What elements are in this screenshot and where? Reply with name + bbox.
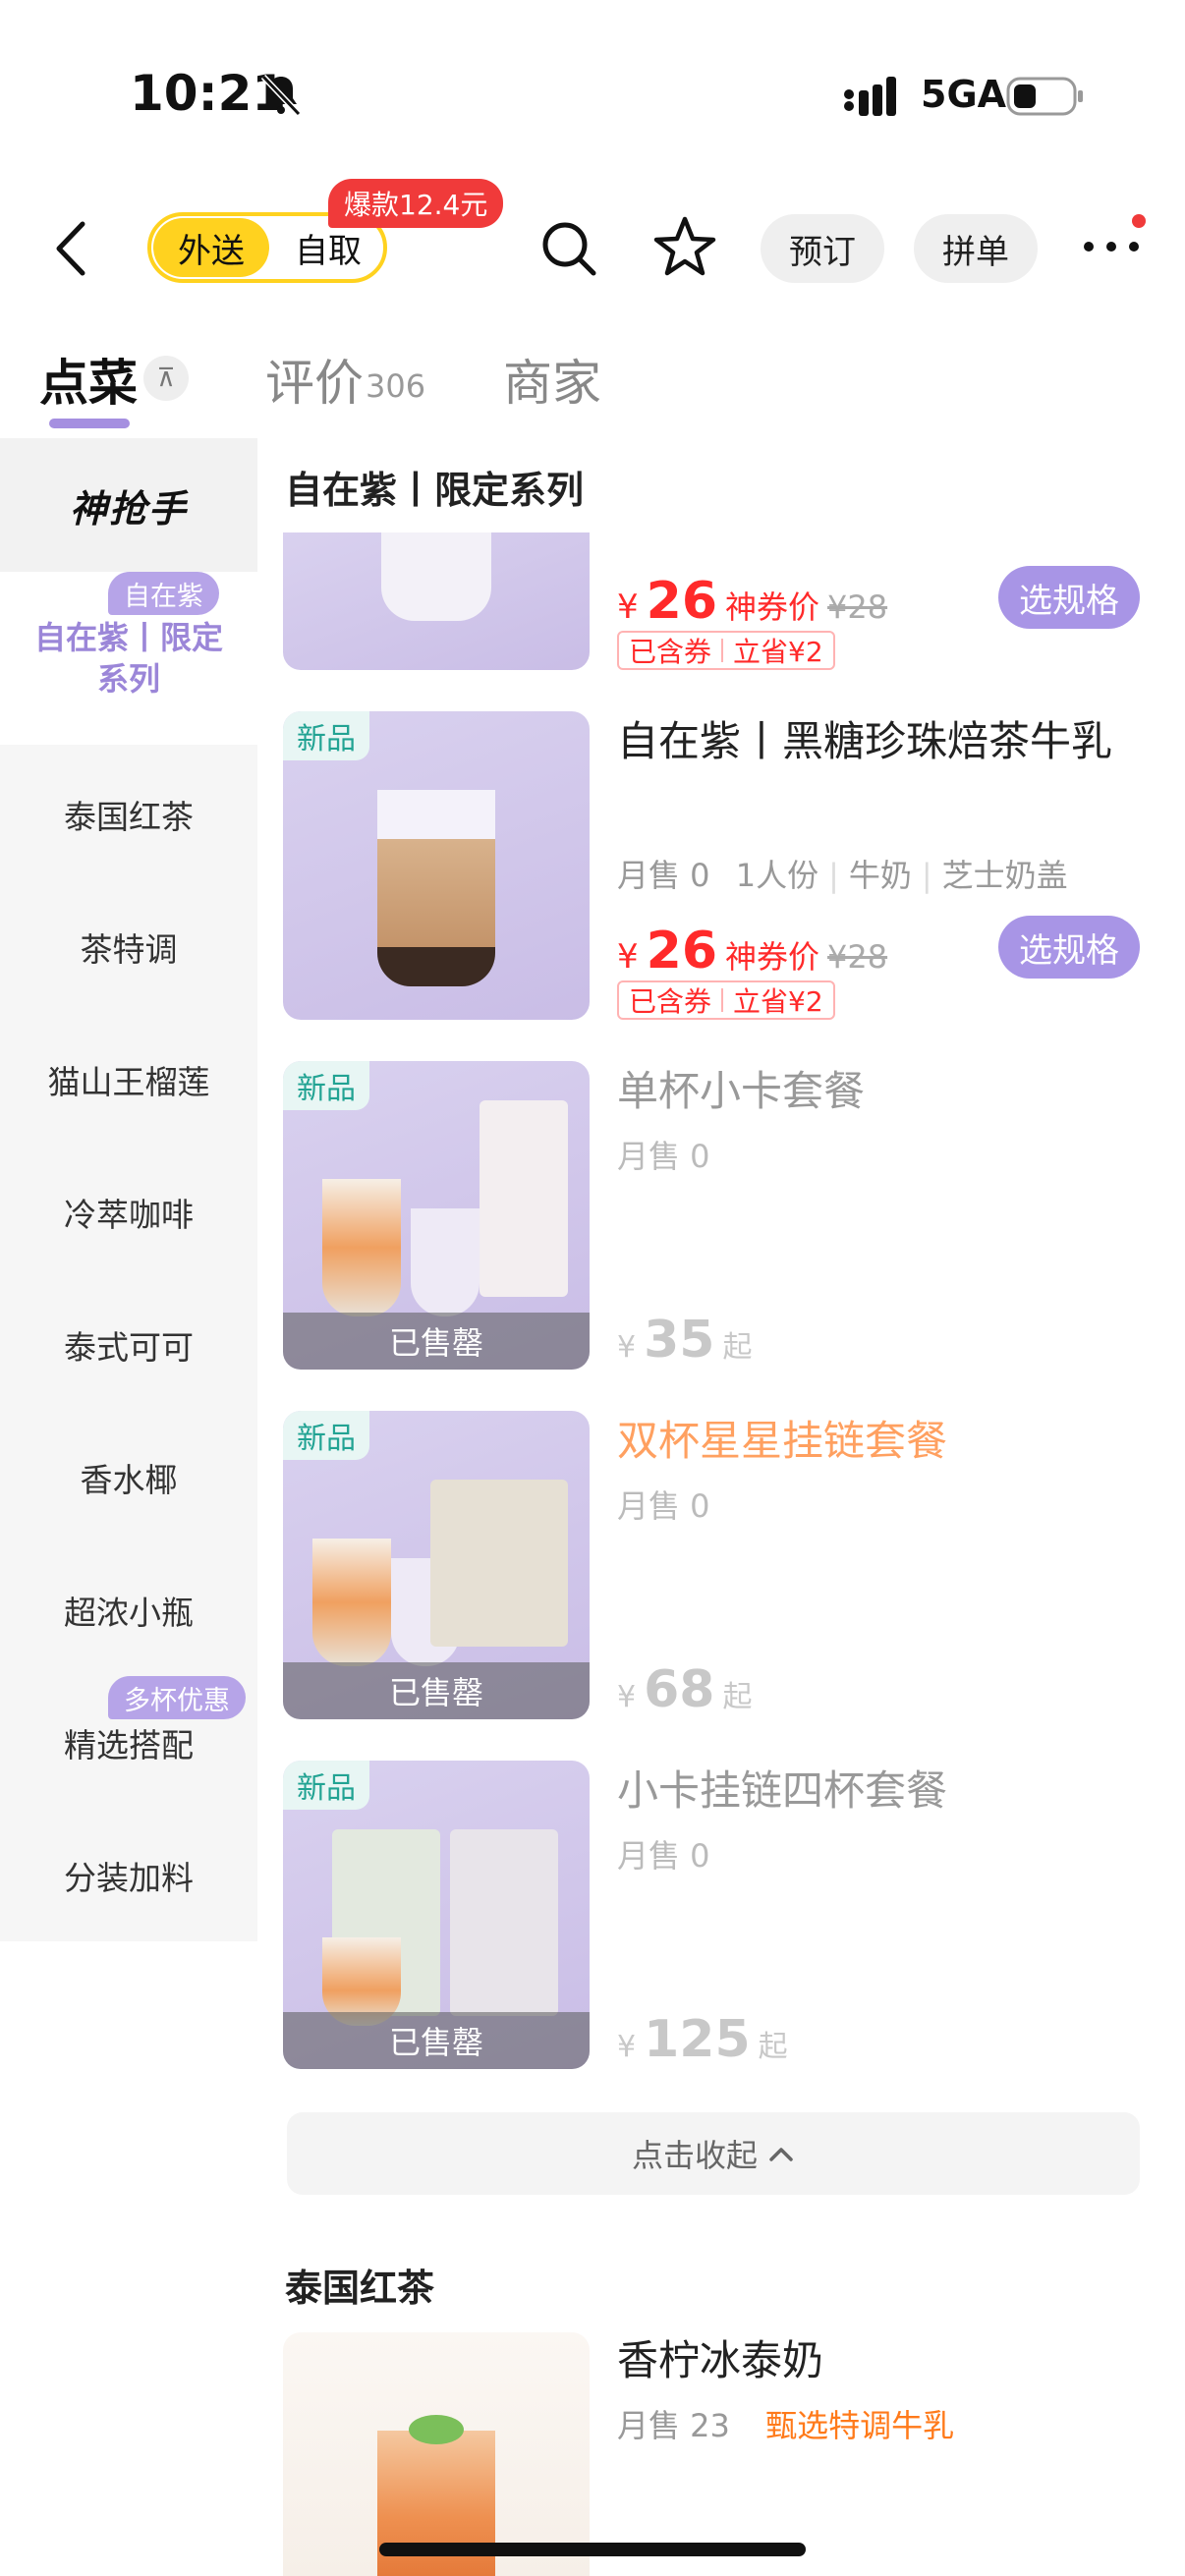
network-label: 5GA — [921, 73, 1007, 116]
chevron-up-icon — [769, 2148, 793, 2161]
price-value: 26 — [646, 572, 718, 631]
currency: ¥ — [617, 1680, 637, 1714]
battery-icon — [1006, 77, 1083, 116]
product-name[interactable]: 小卡挂链四杯套餐 — [617, 1761, 1148, 1821]
currency: ¥ — [617, 1330, 637, 1365]
sidebar-item-addons[interactable]: 分装加料 — [0, 1852, 257, 1899]
sidebar-item-thai-tea[interactable]: 泰国红茶 — [0, 791, 257, 838]
coupon-saving: 立省¥2 — [733, 985, 823, 1018]
product-name[interactable]: 自在紫丨黑糖珍珠焙茶牛乳 — [617, 711, 1148, 772]
sold-out-band: 已售罄 — [283, 1313, 590, 1370]
reserve-button[interactable]: 预订 — [761, 214, 884, 283]
price-suffix: 起 — [758, 2030, 788, 2064]
price-suffix: 起 — [722, 1330, 753, 1365]
sidebar-item-small-bottle[interactable]: 超浓小瓶 — [0, 1587, 257, 1634]
product-image[interactable]: 新品 — [283, 711, 590, 1020]
hot-deal-badge: 爆款12.4元 — [328, 179, 504, 228]
price-label: 神券价 — [725, 938, 820, 976]
sidebar-tag-purple: 自在紫 — [108, 572, 219, 615]
favorite-star-icon[interactable] — [652, 214, 717, 279]
serving-size: 1人份 — [735, 857, 819, 894]
search-icon[interactable] — [538, 218, 599, 279]
more-dots-icon[interactable] — [1081, 232, 1142, 261]
price-label: 神券价 — [725, 588, 820, 626]
pin-top-icon[interactable]: ⊼ — [143, 356, 189, 401]
notification-dot — [1132, 214, 1146, 228]
product-image[interactable]: 新品 已售罄 — [283, 1061, 590, 1370]
sidebar-tag-multi-cup: 多杯优惠 — [108, 1676, 246, 1719]
product-price: ¥ 125 起 — [617, 2010, 788, 2069]
collapse-button[interactable]: 点击收起 — [287, 2112, 1140, 2195]
select-spec-button[interactable]: 选规格 — [998, 916, 1140, 979]
monthly-sales: 月售 0 — [617, 857, 710, 894]
product-price: ¥ 26 神券价 ¥28 — [617, 572, 887, 631]
collapse-label: 点击收起 — [631, 2137, 758, 2174]
product-image[interactable]: 新品 已售罄 — [283, 1411, 590, 1719]
coupon-badge: 已含券 立省¥2 — [617, 631, 835, 670]
currency: ¥ — [617, 937, 639, 977]
section-title: 泰国红茶 — [285, 2267, 435, 2310]
product-image[interactable] — [283, 532, 590, 670]
product-meta: 月售 0 1人份 | 牛奶 | 芝士奶盖 — [617, 857, 1068, 894]
product-name[interactable]: 单杯小卡套餐 — [617, 1061, 1148, 1122]
sidebar-item-combo[interactable]: 精选搭配 — [0, 1719, 257, 1766]
product-meta: 月售 23 甄选特调牛乳 — [617, 2401, 954, 2446]
delivery-option[interactable]: 外送 — [153, 218, 269, 277]
product-image[interactable]: 新品 已售罄 — [283, 1761, 590, 2069]
coupon-included: 已含券 — [629, 636, 712, 668]
home-indicator[interactable] — [379, 2543, 806, 2556]
product-price: ¥ 68 起 — [617, 1660, 752, 1719]
coupon-included: 已含券 — [629, 985, 712, 1018]
attribute: 芝士奶盖 — [941, 857, 1068, 894]
currency: ¥ — [617, 588, 639, 627]
product-image[interactable] — [283, 2332, 590, 2576]
monthly-sales: 月售 0 — [617, 1487, 710, 1525]
product-price: ¥ 35 起 — [617, 1311, 752, 1370]
section-title: 自在紫丨限定系列 — [285, 469, 585, 512]
reviews-count: 306 — [366, 367, 426, 405]
price-value: 125 — [644, 2010, 751, 2069]
price-suffix: 起 — [722, 1680, 753, 1714]
new-tag: 新品 — [283, 711, 369, 760]
attribute: 牛奶 — [848, 857, 912, 894]
sidebar-item-tea-special[interactable]: 茶特调 — [0, 924, 257, 971]
active-tab-indicator — [49, 419, 130, 428]
original-price: ¥28 — [827, 938, 888, 976]
sidebar-item-thai-cocoa[interactable]: 泰式可可 — [0, 1321, 257, 1369]
sidebar-item-coconut[interactable]: 香水椰 — [0, 1454, 257, 1501]
original-price: ¥28 — [827, 588, 888, 626]
signal-icon — [844, 77, 896, 116]
monthly-sales: 月售 0 — [617, 1138, 710, 1175]
highlight-label: 甄选特调牛乳 — [765, 2407, 955, 2444]
product-price: ¥ 26 神券价 ¥28 — [617, 922, 887, 980]
tab-reviews[interactable]: 评价 — [265, 344, 364, 415]
sidebar-item-logo[interactable]: 神抢手 — [0, 438, 257, 572]
back-arrow-icon[interactable] — [49, 218, 92, 279]
product-name[interactable]: 双杯星星挂链套餐 — [617, 1411, 1148, 1472]
tab-order[interactable]: 点菜 — [39, 344, 138, 415]
monthly-sales: 月售 0 — [617, 1837, 710, 1875]
sidebar-item-label: 自在紫丨限定系列 — [33, 619, 223, 698]
sidebar-item-cold-brew[interactable]: 冷萃咖啡 — [0, 1189, 257, 1236]
tab-shop[interactable]: 商家 — [503, 344, 601, 415]
select-spec-button[interactable]: 选规格 — [998, 566, 1140, 629]
price-value: 35 — [644, 1311, 715, 1370]
currency: ¥ — [617, 2030, 637, 2064]
coupon-badge: 已含券 立省¥2 — [617, 980, 835, 1020]
new-tag: 新品 — [283, 1761, 369, 1810]
monthly-sales: 月售 23 — [617, 2407, 730, 2444]
product-name[interactable]: 香柠冰泰奶 — [617, 2330, 1148, 2391]
new-tag: 新品 — [283, 1061, 369, 1110]
sold-out-band: 已售罄 — [283, 2012, 590, 2069]
new-tag: 新品 — [283, 1411, 369, 1460]
coupon-saving: 立省¥2 — [733, 636, 823, 668]
price-value: 68 — [644, 1660, 715, 1719]
price-value: 26 — [646, 922, 718, 980]
bell-muted-icon — [260, 74, 302, 117]
brand-logo: 神抢手 — [69, 486, 188, 531]
group-order-button[interactable]: 拼单 — [914, 214, 1038, 283]
sidebar-item-durian[interactable]: 猫山王榴莲 — [0, 1056, 257, 1103]
sold-out-band: 已售罄 — [283, 1662, 590, 1719]
